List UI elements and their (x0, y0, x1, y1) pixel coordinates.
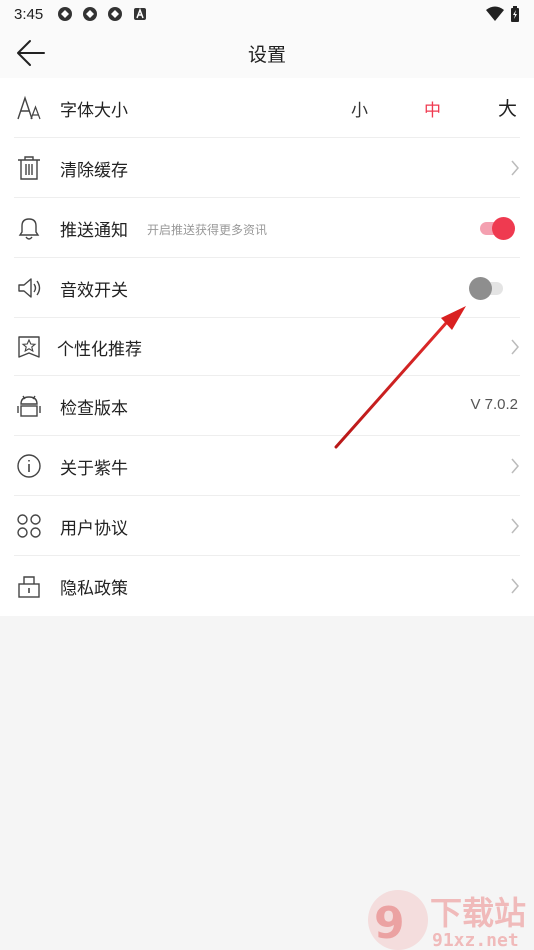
setting-privacy-policy[interactable]: 隐私政策 (0, 556, 534, 616)
setting-push-notifications: 推送通知 开启推送获得更多资讯 (0, 198, 534, 258)
sound-toggle[interactable] (467, 276, 507, 300)
setting-clear-cache[interactable]: 清除缓存 (0, 138, 534, 198)
push-toggle[interactable] (476, 216, 516, 240)
setting-personalized[interactable]: 个性化推荐 (0, 318, 534, 376)
settings-list: 字体大小 小 中 大 清除缓存 推送通知 开启推送获得更多资讯 音效开关 个性化… (0, 78, 534, 616)
watermark-text: 下载站 (430, 894, 526, 932)
setting-sound: 音效开关 (0, 258, 534, 318)
lock-icon (18, 576, 40, 598)
chevron-right-icon (511, 578, 519, 594)
personalized-label: 个性化推荐 (57, 340, 142, 360)
info-icon (17, 454, 41, 478)
star-badge-icon (18, 336, 40, 358)
notification-app-icon (58, 7, 73, 21)
privacy-policy-label: 隐私政策 (60, 579, 128, 599)
notification-app-icon (108, 7, 123, 21)
font-size-small-option[interactable]: 小 (351, 96, 368, 121)
push-hint: 开启推送获得更多资讯 (147, 223, 268, 237)
chevron-right-icon (511, 339, 519, 355)
setting-user-agreement[interactable]: 用户协议 (0, 496, 534, 556)
font-size-label: 字体大小 (60, 101, 128, 121)
speaker-icon (18, 278, 41, 298)
watermark-logo: 9 下载站 91xz.net (368, 890, 526, 950)
clear-cache-label: 清除缓存 (60, 161, 128, 181)
chevron-right-icon (511, 160, 519, 176)
toggle-knob (492, 217, 515, 240)
push-label: 推送通知 (60, 221, 128, 241)
watermark-site: 91xz.net (432, 930, 519, 950)
setting-font-size: 字体大小 小 中 大 (0, 78, 534, 138)
font-size-medium-option[interactable]: 中 (424, 96, 441, 121)
grid-petals-icon (17, 514, 41, 538)
user-agreement-label: 用户协议 (60, 519, 128, 539)
svg-text:9: 9 (374, 898, 405, 949)
toggle-knob (469, 277, 492, 300)
status-bar: 3:45 (0, 0, 534, 28)
notification-app-icon (83, 7, 98, 21)
app-header: 设置 (0, 28, 534, 78)
notification-a-icon (134, 7, 147, 20)
font-size-icon (17, 95, 41, 120)
chevron-right-icon (511, 458, 519, 474)
setting-check-version[interactable]: 检查版本 V 7.0.2 (0, 376, 534, 436)
chevron-right-icon (511, 518, 519, 534)
trash-icon (18, 156, 40, 180)
status-time: 3:45 (14, 5, 44, 23)
setting-about[interactable]: 关于紫牛 (0, 436, 534, 496)
page-title: 设置 (247, 44, 286, 66)
android-icon (17, 395, 41, 417)
wifi-icon (486, 6, 504, 21)
bell-icon (18, 218, 40, 240)
font-size-large-option[interactable]: 大 (498, 94, 517, 121)
battery-icon (511, 6, 519, 22)
about-label: 关于紫牛 (60, 459, 128, 479)
version-value: V 7.0.2 (470, 396, 518, 413)
sound-label: 音效开关 (60, 281, 128, 301)
check-version-label: 检查版本 (60, 399, 128, 419)
